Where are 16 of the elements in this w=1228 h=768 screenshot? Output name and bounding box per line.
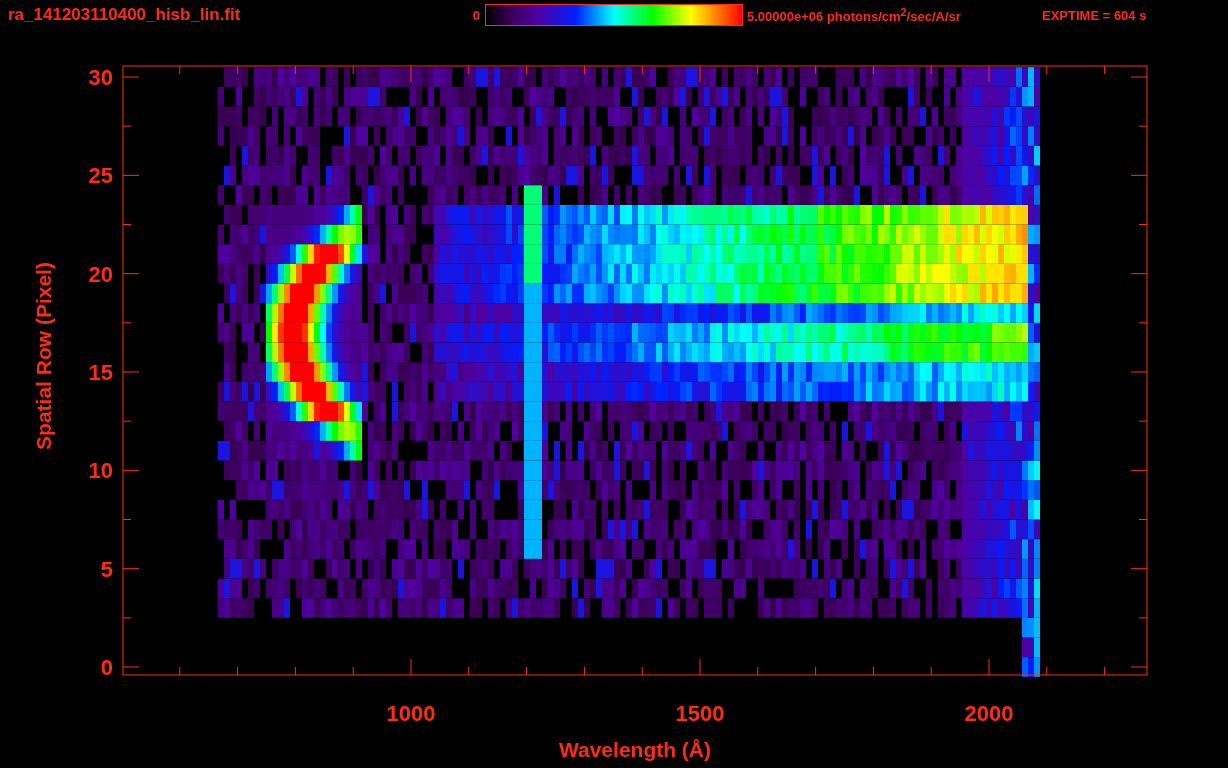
x-tick-label: 1500	[675, 701, 725, 726]
x-tick-label: 2000	[964, 701, 1014, 726]
y-tick-label: 10	[88, 458, 113, 484]
y-tick-label: 5	[100, 556, 113, 582]
y-tick-label: 0	[100, 655, 113, 680]
plot-title: ra_141203110400_hisb_lin.fit	[8, 5, 242, 25]
colorbar-min-label: 0	[471, 7, 480, 23]
y-tick-label: 15	[88, 360, 113, 385]
y-tick-label: 20	[88, 261, 113, 287]
x-axis-label: Wavelength (Å)	[558, 738, 712, 761]
x-tick-label: 1000	[386, 701, 436, 726]
y-tick-label: 25	[88, 163, 113, 189]
exposure-time: EXPTIME = 604 s	[1042, 7, 1147, 23]
colorbar-max-label: 5.00000e+06 photons/cm$^{2}$/sec/A/sr	[747, 5, 962, 25]
y-tick-label: 30	[88, 65, 113, 90]
y-axis-label: Spatial Row (Pixel)	[32, 262, 55, 450]
